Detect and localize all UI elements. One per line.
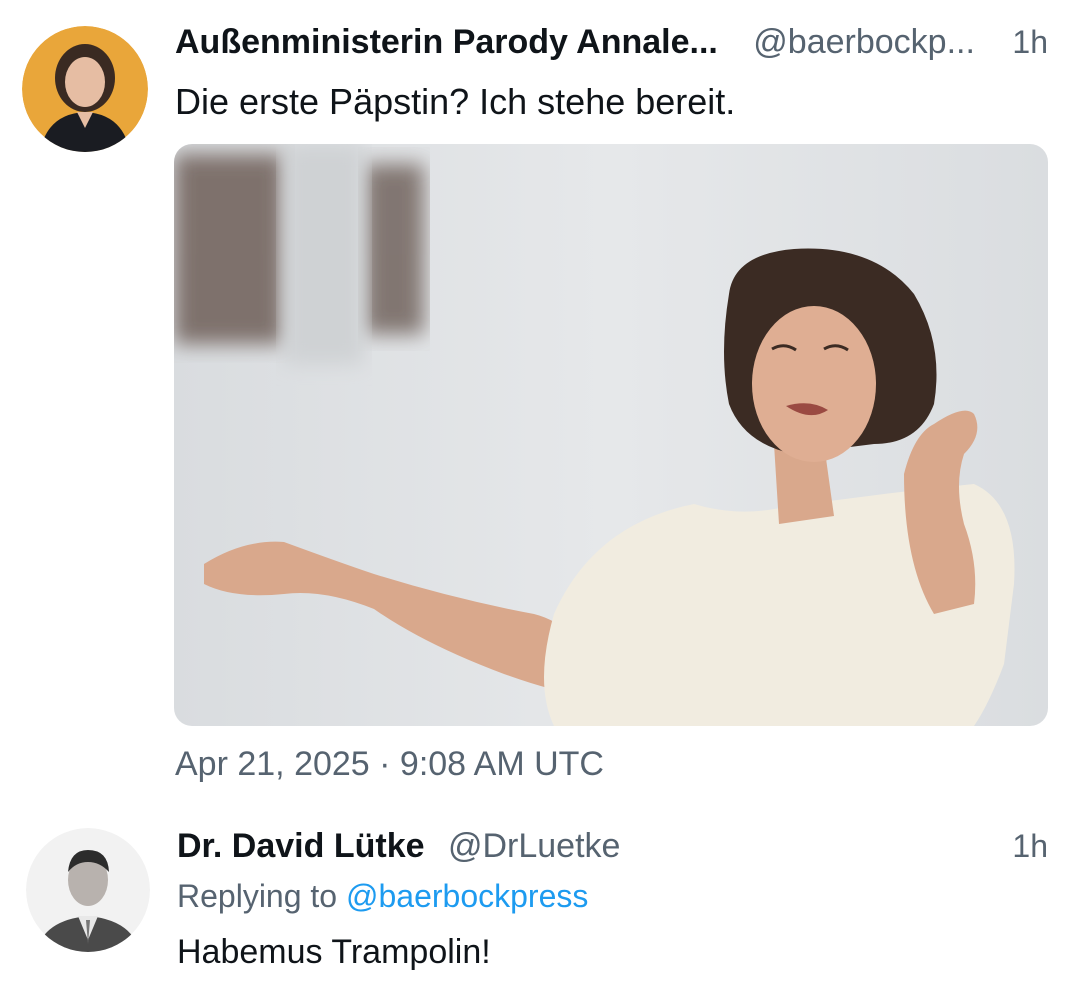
reply-context: Replying to @baerbockpress: [177, 876, 588, 916]
reply-tweet-header: Dr. David Lütke @DrLuetke: [177, 826, 620, 866]
replying-to-handle-link[interactable]: @baerbockpress: [346, 878, 588, 914]
main-tweet-handle[interactable]: @baerbockp...: [753, 23, 975, 61]
reply-tweet-handle[interactable]: @DrLuetke: [448, 827, 620, 865]
reply-tweet[interactable]: Dr. David Lütke @DrLuetke 1h Replying to…: [0, 800, 1074, 998]
reply-tweet-display-name[interactable]: Dr. David Lütke: [177, 827, 425, 865]
photo-woman-gesturing-icon: [174, 144, 1048, 726]
reply-tweet-time-ago[interactable]: 1h: [1012, 826, 1048, 866]
reply-tweet-text: Habemus Trampolin!: [177, 933, 491, 971]
replying-to-label: Replying to: [177, 878, 338, 914]
reply-tweet-avatar[interactable]: [26, 828, 150, 952]
main-tweet-avatar[interactable]: [22, 26, 148, 152]
main-tweet-header: Außenministerin Parody Annale... @baerbo…: [175, 22, 975, 62]
main-tweet-text: Die erste Päpstin? Ich stehe bereit.: [175, 81, 736, 122]
main-tweet[interactable]: Außenministerin Parody Annale... @baerbo…: [0, 0, 1074, 800]
main-tweet-display-name[interactable]: Außenministerin Parody Annale...: [175, 23, 718, 61]
main-tweet-time-ago[interactable]: 1h: [1012, 22, 1048, 62]
main-tweet-timestamp[interactable]: Apr 21, 2025 · 9:08 AM UTC: [175, 744, 604, 784]
main-tweet-media[interactable]: [174, 144, 1048, 726]
